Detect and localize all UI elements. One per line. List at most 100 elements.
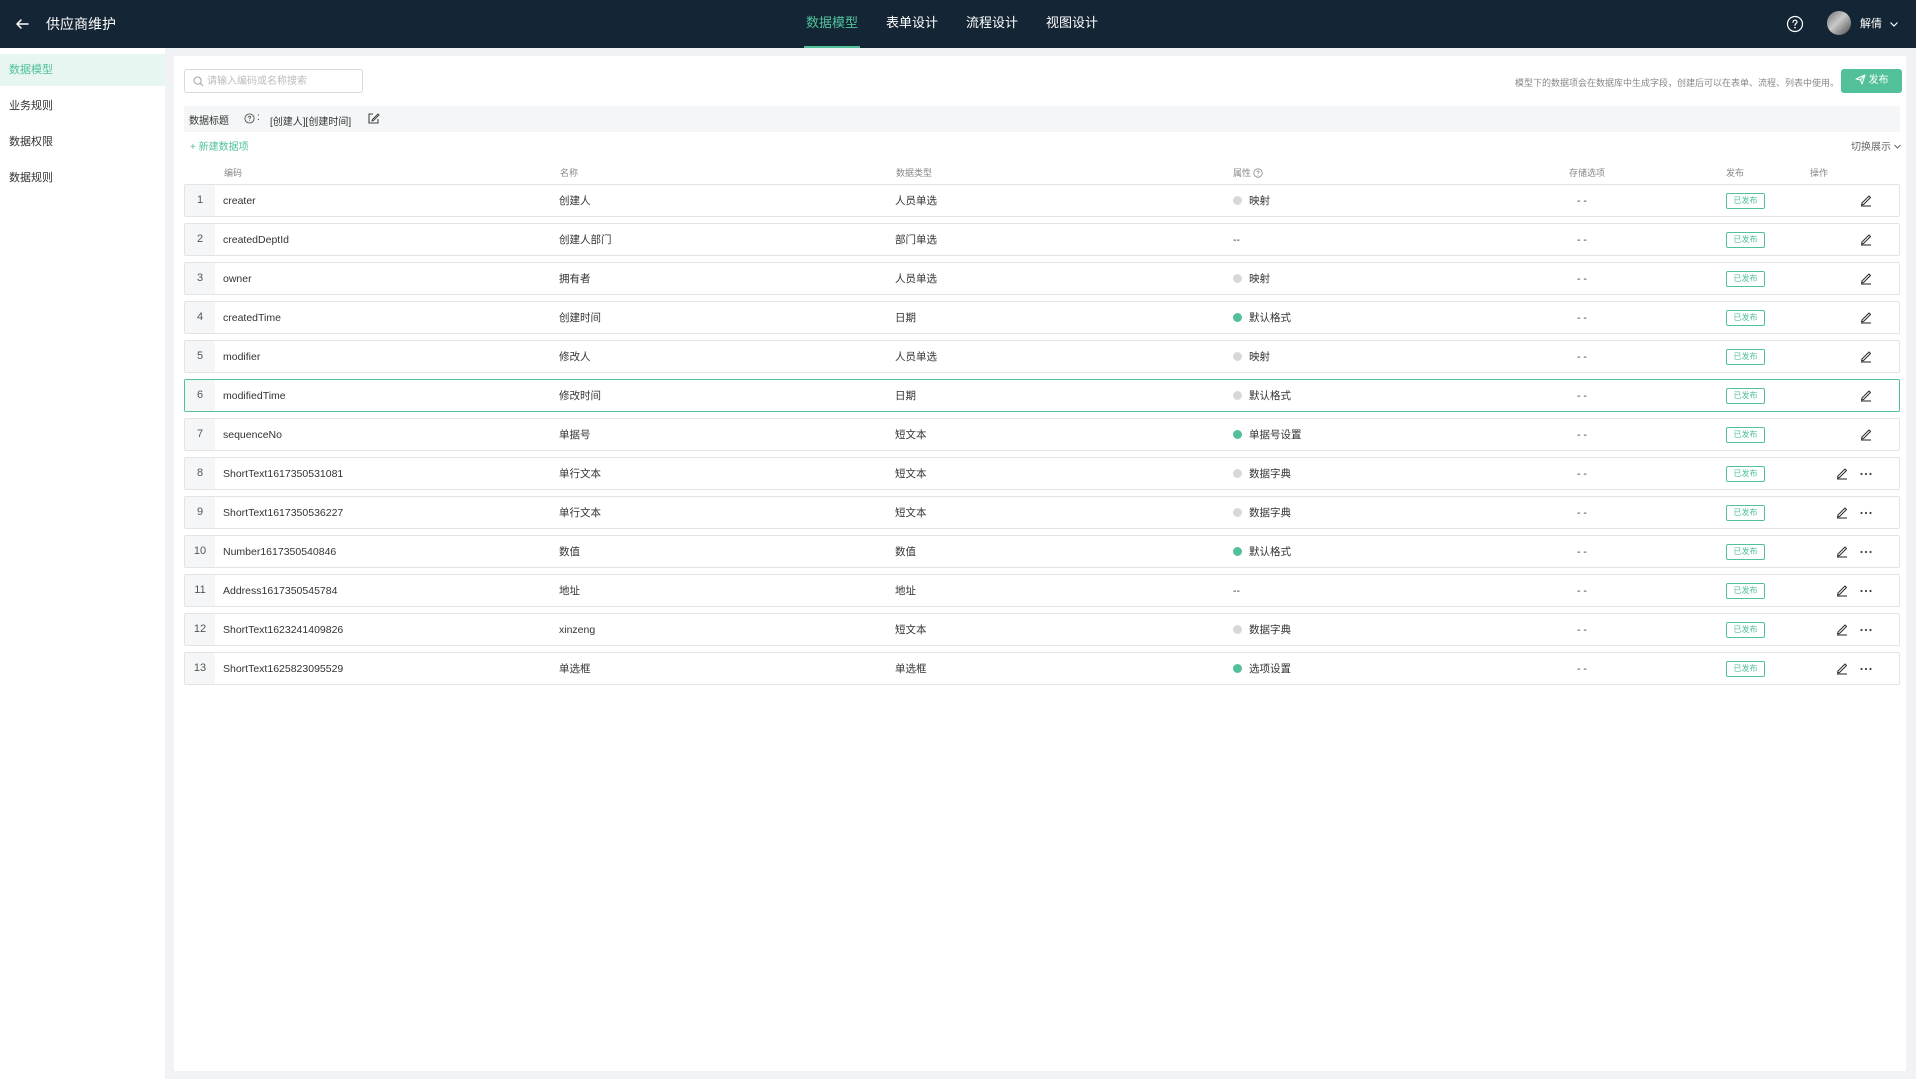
edit-pencil-icon[interactable] (1859, 271, 1873, 285)
row-data-type: 单选框 (895, 663, 927, 675)
table-row[interactable]: 7 sequenceNo 单据号 短文本 单据号设置 - - 已发布 (184, 418, 1900, 451)
row-attribute-label[interactable]: 映射 (1249, 195, 1270, 207)
column-header-attr-label: 属性 (1233, 168, 1252, 178)
table-row[interactable]: 6 modifiedTime 修改时间 日期 默认格式 - - 已发布 (184, 379, 1900, 412)
row-storage: - - (1577, 312, 1587, 324)
table-row[interactable]: 2 createdDeptId 创建人部门 部门单选 -- - - 已发布 (184, 223, 1900, 256)
status-badge: 已发布 (1726, 466, 1765, 482)
edit-pencil-icon[interactable] (1859, 427, 1873, 441)
edit-pencil-icon[interactable] (1835, 583, 1849, 597)
status-dot (1233, 547, 1242, 556)
row-data-type: 短文本 (895, 468, 927, 480)
more-options-icon[interactable] (1859, 627, 1873, 633)
chevron-down-icon (1894, 144, 1901, 149)
row-index: 2 (185, 224, 215, 255)
edit-pencil-icon[interactable] (1859, 349, 1873, 363)
row-name: 单据号 (559, 429, 591, 441)
row-attribute-label[interactable]: 单据号设置 (1249, 429, 1302, 441)
switch-view-button[interactable]: 切换展示 (1851, 138, 1902, 153)
edit-pencil-icon[interactable] (1835, 622, 1849, 636)
table-row[interactable]: 5 modifier 修改人 人员单选 映射 - - 已发布 (184, 340, 1900, 373)
row-code: modifier (223, 351, 261, 363)
row-code: createdDeptId (223, 234, 289, 246)
edit-pencil-icon[interactable] (1859, 388, 1873, 402)
tab-flow-design[interactable]: 流程设计 (964, 0, 1020, 48)
back-arrow-icon[interactable] (12, 14, 32, 34)
edit-pencil-icon[interactable] (1835, 661, 1849, 675)
tab-view-design[interactable]: 视图设计 (1044, 0, 1100, 48)
row-attribute-label[interactable]: 数据字典 (1249, 624, 1291, 636)
sidebar-item-data-permissions[interactable]: 数据权限 (0, 126, 165, 158)
edit-pencil-icon[interactable] (1859, 310, 1873, 324)
edit-pencil-icon[interactable] (1859, 232, 1873, 246)
edit-pencil-icon[interactable] (1859, 193, 1873, 207)
tab-data-model[interactable]: 数据模型 (804, 0, 861, 48)
search-box[interactable] (184, 69, 363, 93)
more-options-icon[interactable] (1859, 549, 1873, 555)
edit-pencil-icon[interactable] (1835, 505, 1849, 519)
column-header-code: 编码 (224, 168, 243, 178)
edit-pencil-icon[interactable] (1835, 544, 1849, 558)
question-circle-icon[interactable] (1253, 168, 1263, 178)
table-row[interactable]: 4 createdTime 创建时间 日期 默认格式 - - 已发布 (184, 301, 1900, 334)
search-input[interactable] (207, 72, 357, 90)
row-attribute-label[interactable]: 映射 (1249, 273, 1270, 285)
more-options-icon[interactable] (1859, 510, 1873, 516)
column-header-ops: 操作 (1810, 168, 1829, 178)
status-dot (1233, 313, 1242, 322)
table-row[interactable]: 10 Number1617350540846 数值 数值 默认格式 - - 已发布 (184, 535, 1900, 568)
publish-button[interactable]: 发布 (1841, 69, 1902, 93)
sidebar-item-business-rules[interactable]: 业务规则 (0, 90, 165, 122)
table-row[interactable]: 11 Address1617350545784 地址 地址 -- - - 已发布 (184, 574, 1900, 607)
edit-pencil-icon[interactable] (1835, 466, 1849, 480)
row-data-type: 人员单选 (895, 273, 937, 285)
chevron-down-icon[interactable] (1888, 18, 1900, 30)
tab-form-design[interactable]: 表单设计 (884, 0, 940, 48)
data-title-value: [创建人][创建时间] (270, 117, 352, 128)
row-code: ShortText1617350531081 (223, 468, 344, 480)
status-badge: 已发布 (1726, 232, 1765, 248)
top-navigation-bar: 供应商维护 数据模型 表单设计 流程设计 视图设计 解倩 (0, 0, 1916, 48)
row-attribute-label[interactable]: 默认格式 (1249, 390, 1291, 402)
question-circle-icon[interactable] (244, 113, 255, 124)
new-data-item-button[interactable]: + 新建数据项 (190, 138, 249, 153)
edit-icon[interactable] (367, 112, 380, 125)
row-attribute-label[interactable]: 选项设置 (1249, 663, 1291, 675)
status-badge: 已发布 (1726, 427, 1765, 443)
row-attribute-label[interactable]: 默认格式 (1249, 312, 1291, 324)
sidebar-item-data-rules[interactable]: 数据规则 (0, 162, 165, 194)
row-name: 单选框 (559, 663, 591, 675)
row-attribute: 默认格式 (1233, 389, 1291, 403)
status-badge: 已发布 (1726, 661, 1765, 677)
more-options-icon[interactable] (1859, 666, 1873, 672)
table-row[interactable]: 8 ShortText1617350531081 单行文本 短文本 数据字典 - - 已发布 (184, 457, 1900, 490)
row-storage: - - (1577, 585, 1587, 597)
table-row[interactable]: 1 creater 创建人 人员单选 映射 - - 已发布 (184, 184, 1900, 217)
more-options-icon[interactable] (1859, 588, 1873, 594)
table-row[interactable]: 9 ShortText1617350536227 单行文本 短文本 数据字典 - - 已发布 (184, 496, 1900, 529)
row-code: owner (223, 273, 252, 285)
column-header-attr: 属性 (1233, 166, 1263, 179)
table-row[interactable]: 3 owner 拥有者 人员单选 映射 - - 已发布 (184, 262, 1900, 295)
status-badge: 已发布 (1726, 310, 1765, 326)
row-attribute-label[interactable]: 映射 (1249, 351, 1270, 363)
table-row[interactable]: 12 ShortText1623241409826 xinzeng 短文本 数据字典 - … (184, 613, 1900, 646)
status-dot (1233, 625, 1242, 634)
row-data-type: 日期 (895, 312, 916, 324)
row-attribute-label[interactable]: 数据字典 (1249, 468, 1291, 480)
row-attribute-label[interactable]: 数据字典 (1249, 507, 1291, 519)
help-icon[interactable] (1786, 15, 1804, 33)
row-storage: - - (1577, 546, 1587, 558)
username[interactable]: 解倩 (1860, 16, 1882, 32)
row-attribute: 默认格式 (1233, 311, 1291, 325)
row-storage: - - (1577, 390, 1587, 402)
user-avatar[interactable] (1827, 11, 1851, 35)
design-tabs: 数据模型 表单设计 流程设计 视图设计 (804, 0, 1124, 48)
sidebar-item-data-model[interactable]: 数据模型 (0, 54, 165, 86)
more-options-icon[interactable] (1859, 471, 1873, 477)
row-data-type: 地址 (895, 585, 916, 597)
row-attribute-label[interactable]: 默认格式 (1249, 546, 1291, 558)
row-index: 1 (185, 185, 215, 216)
app-title: 供应商维护 (46, 16, 116, 32)
table-row[interactable]: 13 ShortText1625823095529 单选框 单选框 选项设置 - - 已发布 (184, 652, 1900, 685)
